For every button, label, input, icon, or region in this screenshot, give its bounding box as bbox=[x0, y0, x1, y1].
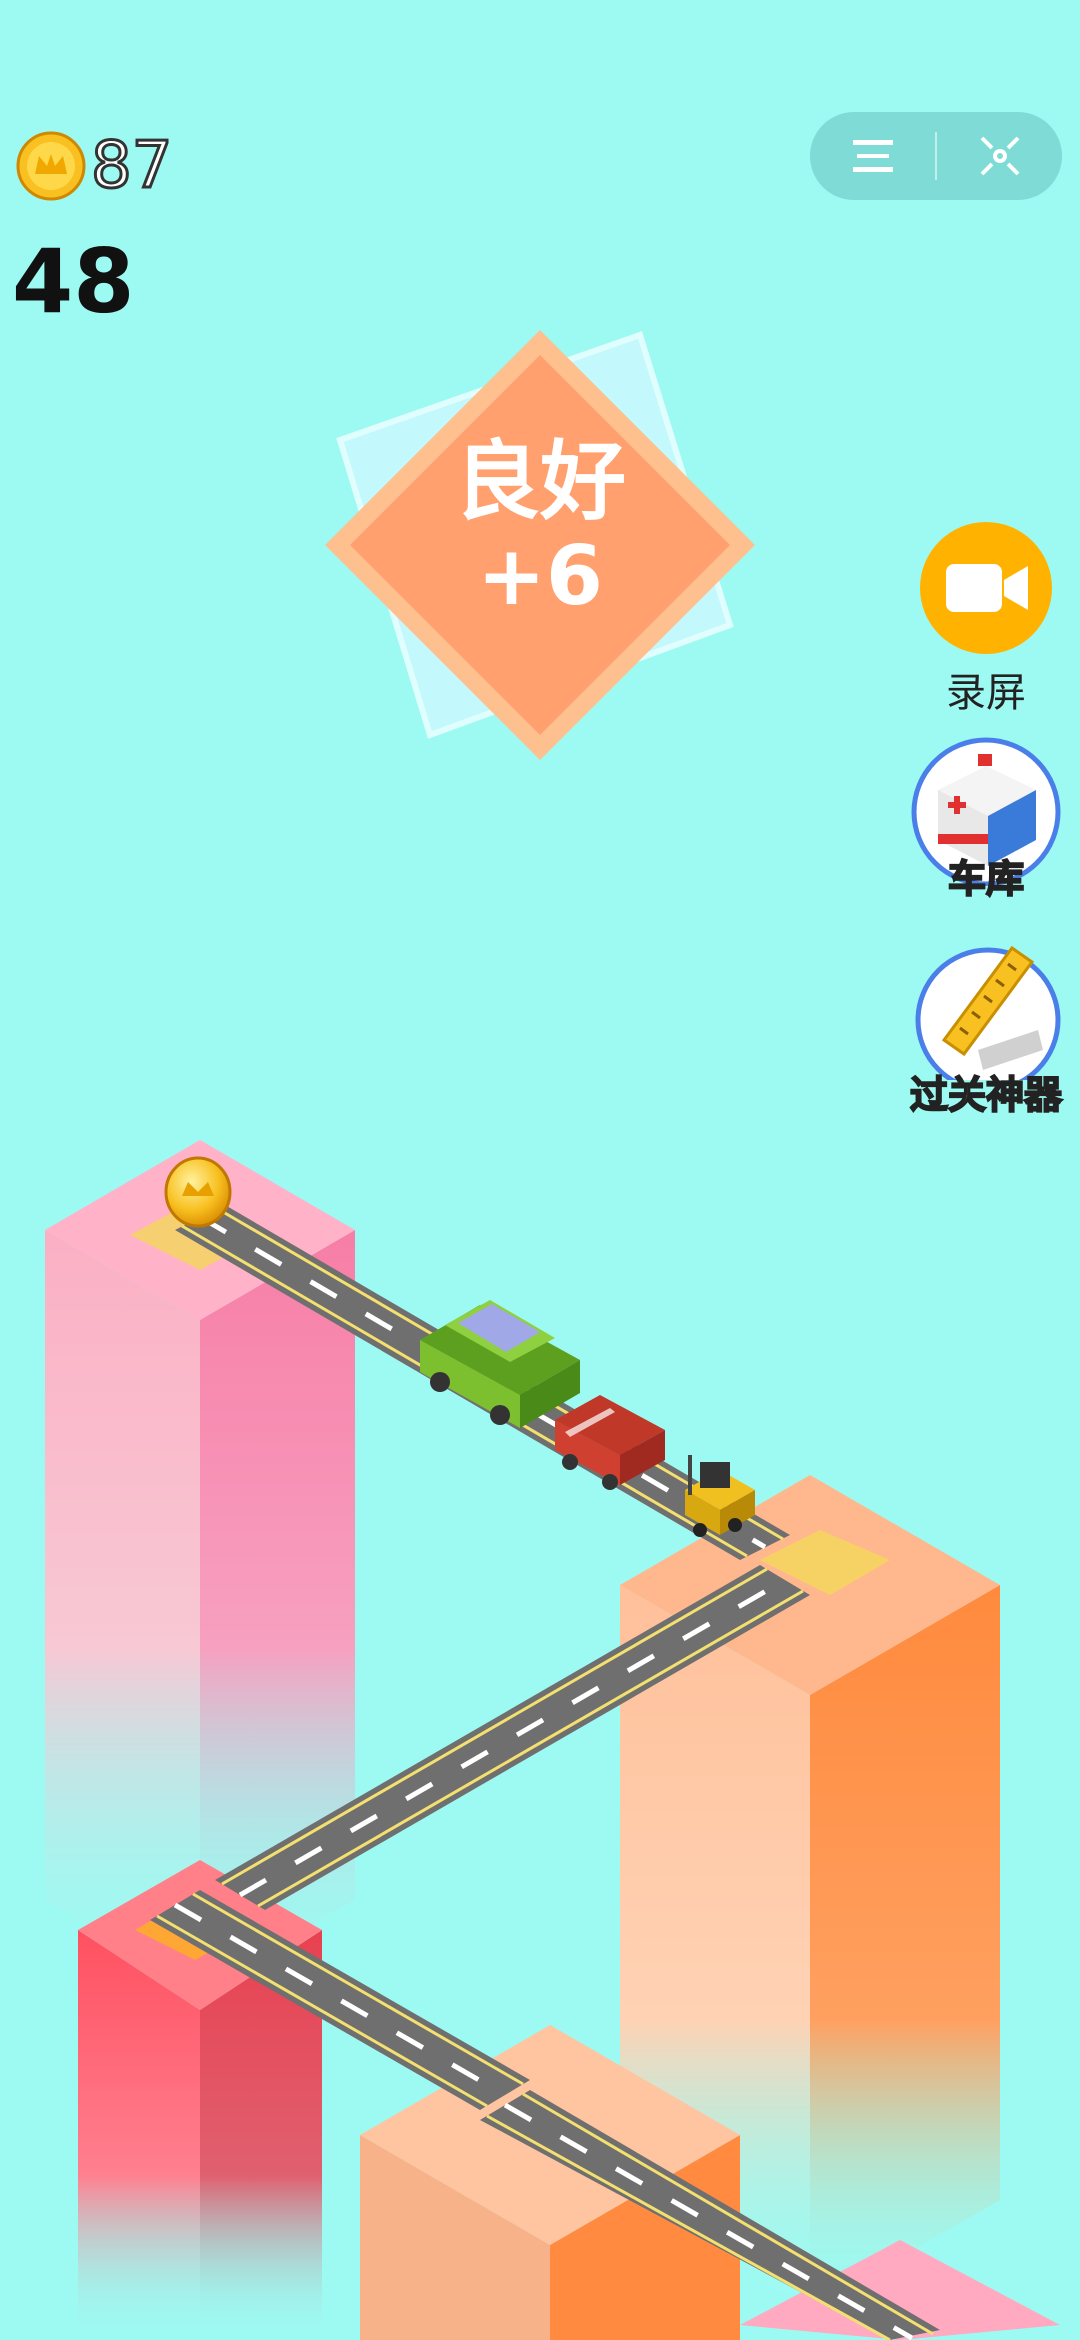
rating-badge: 良好 +6 bbox=[320, 325, 760, 765]
coin-counter: 87 bbox=[15, 129, 174, 203]
video-camera-icon bbox=[920, 522, 1052, 654]
target-close-icon bbox=[980, 136, 1019, 176]
ruler-icon bbox=[915, 945, 1061, 1080]
rating-text: 良好 +6 bbox=[320, 435, 760, 624]
menu-button[interactable] bbox=[810, 112, 935, 200]
garage-button[interactable]: 车库 bbox=[906, 730, 1066, 903]
level-helper-button[interactable]: 过关神器 bbox=[906, 940, 1066, 1119]
crown-coin-icon bbox=[16, 131, 86, 201]
road-coin bbox=[164, 1156, 232, 1228]
rating-bonus: +6 bbox=[477, 528, 603, 624]
coin-count: 87 bbox=[89, 129, 173, 203]
record-screen-label: 录屏 bbox=[946, 670, 1026, 716]
menu-lines-icon bbox=[852, 140, 893, 172]
mini-program-capsule bbox=[810, 112, 1062, 200]
close-button[interactable] bbox=[937, 112, 1062, 200]
garage-label: 车库 bbox=[947, 856, 1025, 902]
record-screen-button[interactable]: 录屏 bbox=[906, 520, 1066, 718]
rating-title: 良好 bbox=[454, 432, 626, 532]
level-helper-label: 过关神器 bbox=[909, 1072, 1063, 1118]
score: 48 bbox=[12, 230, 135, 333]
